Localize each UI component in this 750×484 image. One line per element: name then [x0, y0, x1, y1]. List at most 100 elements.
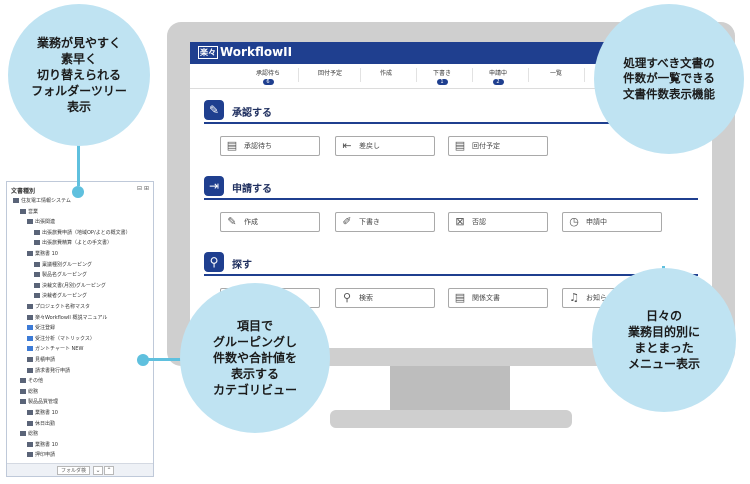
returned-button[interactable]: ⇤ 差戻し — [335, 136, 435, 156]
button-label: 検索 — [359, 294, 373, 302]
nav-tab-circulation[interactable]: 回付予定 — [302, 68, 358, 77]
button-label: 下書き — [359, 218, 380, 226]
tree-node[interactable]: 出張関連 — [27, 219, 55, 226]
rejected-button[interactable]: ⊠ 否認 — [448, 212, 548, 232]
tree-node-label: 住友電工情報システム — [21, 198, 71, 204]
folder-icon — [27, 314, 33, 320]
tree-title: 文書種別 — [11, 188, 36, 195]
tree-node[interactable]: 製品名グルーピング — [34, 272, 87, 279]
tree-node[interactable]: その他 — [20, 378, 43, 385]
tree-node[interactable]: 製品品質管理 — [20, 399, 58, 406]
tree-node-label: 受注登録 — [35, 325, 56, 332]
tree-node[interactable]: 住友電工情報システム — [13, 198, 71, 205]
folder-icon — [20, 208, 26, 214]
folder-icon — [27, 251, 33, 256]
nav-tab-label: 一覧 — [549, 70, 562, 77]
nav-tab-draft[interactable]: 下書き 1 — [414, 68, 470, 85]
draft-button[interactable]: ✐ 下書き — [335, 212, 435, 232]
tree-footer: フォルダ検 ⌄ ⌃ — [7, 463, 153, 476]
pending-approval-button[interactable]: ▤ 承認待ち — [220, 136, 320, 156]
folder-icon — [20, 431, 26, 437]
folder-icon — [34, 282, 40, 288]
approve-doc-icon: ✎ — [204, 100, 224, 120]
tree-node-label: 総務 — [28, 431, 39, 438]
menu-view-callout: 日々の 業務目的別に まとまった メニュー表示 — [592, 268, 736, 412]
tree-node[interactable]: プロジェクト名称マスタ — [27, 304, 90, 311]
tree-node[interactable]: 出張旅費精算（よとの手文書） — [34, 240, 112, 247]
return-doc-icon: ⇤ — [342, 139, 352, 152]
tree-node[interactable]: 請求書発行申請 — [27, 367, 71, 375]
apply-doc-icon: ⇥ — [204, 176, 224, 196]
tree-node-label: 楽々WorkflowII 概説マニュアル — [35, 314, 108, 321]
logo-mark: 楽々 — [198, 46, 218, 59]
tree-node[interactable]: 休日出勤 — [27, 420, 56, 428]
callout-text: 日々の 業務目的別に まとまった メニュー表示 — [627, 308, 700, 372]
folder-tree-panel: 文書種別 ⊟ ⊞ 住友電工情報システム 営業出張関連出張旅費申請（地域OP/よとの… — [6, 181, 154, 477]
section-apply-header: ⇥ 申請する — [204, 176, 698, 200]
callout-text: 業務が見やすく 素早く 切り替えられる フォルダーツリー 表示 — [31, 35, 127, 115]
connector-dot — [72, 186, 84, 198]
nav-tab-pending[interactable]: 承認待ち 6 — [240, 68, 296, 85]
create-button[interactable]: ✎ 作成 — [220, 212, 320, 232]
nav-tab-create[interactable]: 作成 — [358, 68, 414, 77]
tree-node-label: 受注分析（マトリックス） — [35, 335, 95, 342]
tree-node-label: 製品名グルーピング — [42, 272, 88, 279]
clock-doc-icon: ◷ — [569, 215, 579, 228]
folder-icon — [20, 399, 26, 405]
tree-node[interactable]: 受注登録 — [27, 325, 55, 332]
nav-tab-applying[interactable]: 申請中 2 — [470, 68, 526, 85]
applying-button[interactable]: ◷ 申請中 — [562, 212, 662, 232]
nav-tab-list[interactable]: 一覧 — [528, 68, 584, 77]
tree-node[interactable]: 押印申請 — [27, 452, 55, 459]
tree-node-label: 休日出勤 — [35, 420, 56, 427]
tree-node-label: 稟議種別グルーピング — [42, 261, 93, 268]
count-badge: 2 — [492, 79, 504, 85]
document-list-icon: ▤ — [454, 139, 466, 152]
tree-node[interactable]: 業務書 10 — [27, 441, 58, 449]
folder-icon — [13, 198, 19, 203]
tree-node-label: その他 — [28, 378, 44, 385]
monitor-stand-base — [330, 410, 572, 428]
connector-dot — [137, 354, 149, 366]
bell-icon: ♫ — [569, 291, 579, 304]
folder-search-button[interactable]: フォルダ検 — [57, 466, 91, 475]
section-title: 申請する — [232, 184, 272, 195]
button-label: 関係文書 — [472, 294, 500, 302]
nav-tab-label: 申請中 — [488, 70, 507, 77]
tree-node[interactable]: 見積申請 — [27, 357, 55, 364]
button-label: 回付予定 — [472, 142, 500, 150]
chevron-up-icon[interactable]: ⌃ — [104, 466, 114, 475]
app-logo[interactable]: 楽々 WorkflowII — [198, 45, 292, 59]
connector-line — [145, 358, 185, 361]
circulation-button[interactable]: ▤ 回付予定 — [448, 136, 548, 156]
tree-node[interactable]: ガントチャート NEW — [27, 346, 83, 353]
tree-node[interactable]: 営業 — [20, 208, 38, 216]
search-icon: ⚲ — [342, 291, 352, 304]
folder-icon — [20, 388, 26, 394]
tree-node-label: 請求書発行申請 — [35, 367, 71, 374]
folder-icon — [27, 304, 33, 309]
tree-node[interactable]: 業務書 10 — [27, 251, 58, 258]
edit-doc-icon: ✎ — [227, 215, 237, 228]
chevron-down-icon[interactable]: ⌄ — [93, 466, 103, 475]
tree-node[interactable]: 総務 — [20, 388, 38, 396]
folder-icon — [20, 378, 26, 384]
folder-icon — [27, 410, 33, 415]
tree-node[interactable]: 業務書 10 — [27, 410, 58, 417]
nav-divider — [298, 68, 299, 82]
tree-node[interactable]: 楽々WorkflowII 概説マニュアル — [27, 314, 108, 322]
button-label: 作成 — [244, 218, 258, 226]
folder-icon — [27, 325, 33, 331]
tree-node[interactable]: 稟議種別グルーピング — [34, 261, 93, 269]
tree-node[interactable]: 総務 — [20, 431, 38, 438]
tree-collapse-expand-controls[interactable]: ⊟ ⊞ — [137, 185, 149, 192]
search-button[interactable]: ⚲ 検索 — [335, 288, 435, 308]
related-docs-button[interactable]: ▤ 関係文書 — [448, 288, 548, 308]
tree-node[interactable]: 決裁文書(月別)グルーピング — [34, 282, 106, 290]
logo-name: WorkflowII — [220, 45, 293, 59]
tree-node-label: 決裁文書(月別)グルーピング — [42, 282, 106, 289]
tree-node[interactable]: 出張旅費申請（地域OP/よとの概文書） — [34, 229, 131, 237]
tree-node[interactable]: 決裁者グルーピング — [34, 293, 87, 300]
section-title: 探す — [232, 260, 252, 271]
tree-node[interactable]: 受注分析（マトリックス） — [27, 335, 95, 343]
